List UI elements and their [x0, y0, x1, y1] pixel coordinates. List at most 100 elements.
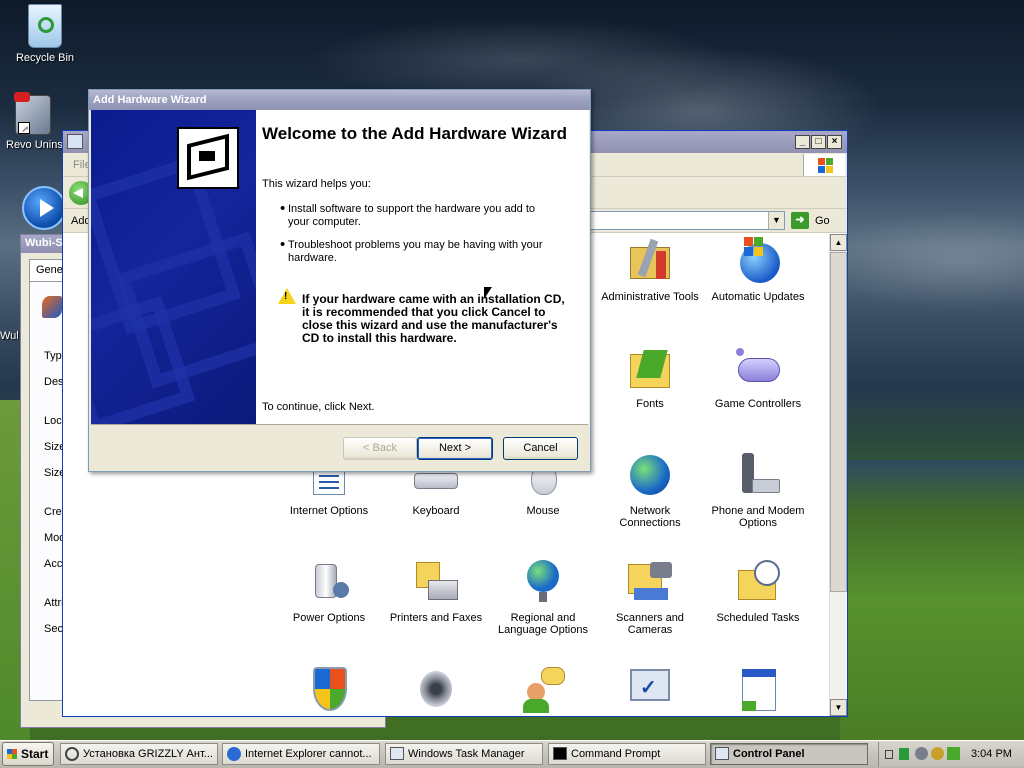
cp-item-label: Internet Options: [289, 505, 369, 517]
tray-volume-icon[interactable]: [931, 747, 944, 760]
cp-item-label: Game Controllers: [714, 398, 802, 410]
cp-item-taskbar-start-menu[interactable]: [708, 665, 808, 719]
scanners-cameras-icon: [626, 558, 674, 606]
power-options-icon: [305, 558, 353, 606]
cp-item-sounds[interactable]: [386, 665, 486, 719]
minimize-button[interactable]: _: [795, 135, 810, 149]
media-player-icon[interactable]: [22, 186, 66, 230]
cp-item-fonts[interactable]: Fonts: [600, 344, 700, 410]
tray-network-icon[interactable]: [915, 747, 928, 760]
system-icon: ✓: [626, 665, 674, 713]
cp-item-power-options[interactable]: Power Options: [279, 558, 379, 624]
command-prompt-icon: [553, 747, 567, 760]
cp-item-label: Administrative Tools: [601, 291, 699, 303]
taskbar-button-task-manager[interactable]: Windows Task Manager: [385, 743, 543, 765]
add-hardware-wizard[interactable]: Add Hardware Wizard Welcome to the Add H…: [88, 89, 591, 472]
phone-modem-icon: [734, 451, 782, 499]
recycle-bin-icon: [28, 4, 62, 48]
warning-icon: !: [278, 288, 296, 304]
wizard-title[interactable]: Add Hardware Wizard: [89, 90, 590, 110]
go-button[interactable]: Go: [815, 215, 830, 227]
wubi-field-label: Des: [44, 376, 64, 388]
chevron-down-icon[interactable]: ▼: [768, 212, 784, 229]
wubi-field-label: Sec: [44, 623, 63, 635]
cp-item-regional-language[interactable]: Regional and Language Options: [493, 558, 593, 636]
cp-item-label: Network Connections: [619, 505, 681, 529]
cp-item-security-center[interactable]: [279, 665, 379, 719]
close-button[interactable]: ×: [827, 135, 842, 149]
taskbar-button-grizzly[interactable]: Установка GRIZZLY Ант...: [60, 743, 218, 765]
system-tray: 3:04 PM: [878, 742, 1024, 767]
wubi-field-label: Loc: [44, 415, 62, 427]
desktop-icon-label: Revo Unins: [6, 139, 63, 151]
cp-item-network-connections[interactable]: Network Connections: [600, 451, 700, 529]
taskbar-button-command-prompt[interactable]: Command Prompt: [548, 743, 706, 765]
wizard-bullet-2: Troubleshoot problems you may be having …: [288, 239, 543, 264]
windows-logo-icon: [803, 154, 845, 176]
scroll-up-icon[interactable]: ▲: [830, 234, 847, 251]
fonts-icon: [626, 344, 674, 392]
start-label: Start: [21, 747, 49, 761]
game-controllers-icon: [734, 344, 782, 392]
control-panel-icon: [715, 747, 729, 760]
cp-item-label: Scanners and Cameras: [616, 612, 684, 636]
clock[interactable]: 3:04 PM: [971, 748, 1012, 760]
tray-arrow-icon[interactable]: [885, 750, 893, 759]
control-panel-title-icon: [67, 134, 83, 149]
desktop-icon-label: Wul: [0, 330, 19, 342]
ie-icon: [227, 747, 241, 761]
cp-item-label: Keyboard: [412, 505, 460, 517]
address-input[interactable]: ▼: [563, 211, 785, 230]
back-button[interactable]: < Back: [343, 437, 417, 460]
cp-item-scheduled-tasks[interactable]: Scheduled Tasks: [708, 558, 808, 624]
revo-uninstaller-icon: ↗: [14, 92, 51, 135]
desktop-icon-revo[interactable]: ↗ Revo Unins: [0, 92, 66, 151]
sounds-icon: [412, 665, 460, 713]
automatic-updates-icon: [734, 237, 782, 285]
taskbar-button-label: Control Panel: [733, 748, 805, 760]
cp-item-scanners-cameras[interactable]: Scanners and Cameras: [600, 558, 700, 636]
wubi-field-label: Attri: [44, 597, 64, 609]
cp-item-automatic-updates[interactable]: Automatic Updates: [708, 237, 808, 303]
wizard-intro: This wizard helps you:: [262, 178, 371, 190]
printers-faxes-icon: [412, 558, 460, 606]
tray-security-icon[interactable]: [947, 747, 960, 760]
speech-icon: [519, 665, 567, 713]
scroll-down-icon[interactable]: ▼: [830, 699, 847, 716]
cp-item-printers-faxes[interactable]: Printers and Faxes: [386, 558, 486, 624]
desktop-icon-recycle-bin[interactable]: Recycle Bin: [5, 4, 85, 64]
maximize-button[interactable]: □: [811, 135, 826, 149]
cp-item-administrative-tools[interactable]: Administrative Tools: [600, 237, 700, 303]
wizard-content: Welcome to the Add Hardware Wizard This …: [256, 110, 589, 424]
cp-item-system[interactable]: ✓: [600, 665, 700, 719]
taskbar-button-label: Command Prompt: [571, 748, 661, 760]
taskbar-button-label: Windows Task Manager: [408, 748, 525, 760]
wizard-divider: [91, 424, 588, 425]
desktop-icon-label: Recycle Bin: [15, 52, 75, 64]
next-button[interactable]: Next >: [417, 437, 493, 460]
administrative-tools-icon: [626, 237, 674, 285]
cancel-button[interactable]: Cancel: [503, 437, 578, 460]
cp-item-label: Power Options: [292, 612, 366, 624]
taskbar-button-control-panel[interactable]: Control Panel: [710, 743, 868, 765]
wizard-continue: To continue, click Next.: [262, 401, 375, 413]
tray-app-icon[interactable]: [899, 748, 909, 760]
taskbar-button-ie[interactable]: Internet Explorer cannot...: [222, 743, 380, 765]
taskbar-button-label: Установка GRIZZLY Ант...: [83, 748, 213, 760]
cp-item-label: Regional and Language Options: [498, 612, 588, 636]
start-button[interactable]: Start: [2, 742, 54, 766]
wizard-bullet-1: Install software to support the hardware…: [288, 203, 536, 228]
regional-language-icon: [519, 558, 567, 606]
hardware-icon: [177, 127, 239, 189]
network-connections-icon: [626, 451, 674, 499]
cp-item-game-controllers[interactable]: Game Controllers: [708, 344, 808, 410]
scrollbar-thumb[interactable]: [830, 252, 847, 592]
wubi-field-label: Typ: [44, 350, 62, 362]
go-arrow-icon[interactable]: ➜: [791, 212, 809, 229]
vertical-scrollbar[interactable]: ▲ ▼: [829, 234, 847, 716]
cp-item-phone-modem[interactable]: Phone and Modem Options: [708, 451, 808, 529]
cp-item-label: Phone and Modem Options: [711, 505, 805, 529]
cp-item-label: Fonts: [636, 398, 664, 410]
wizard-side-banner: [91, 110, 256, 424]
cp-item-speech[interactable]: [493, 665, 593, 719]
